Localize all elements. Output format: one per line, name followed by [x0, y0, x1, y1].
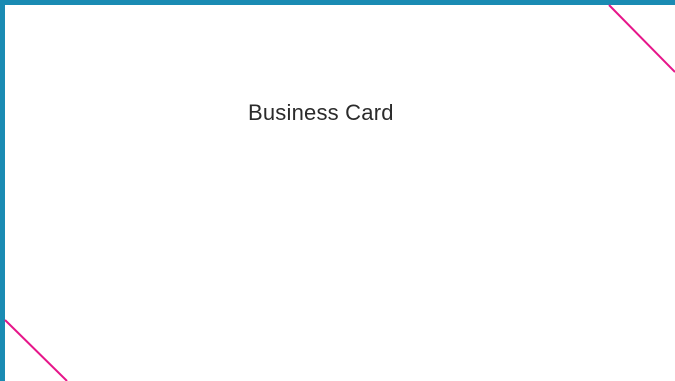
business-card: Business Card — [0, 0, 675, 381]
top-right-accent-line — [608, 4, 675, 73]
left-border — [0, 0, 5, 381]
bottom-left-accent-line — [4, 319, 68, 381]
corner-decorations — [4, 4, 675, 381]
top-border — [0, 0, 675, 5]
card-title: Business Card — [248, 100, 394, 125]
